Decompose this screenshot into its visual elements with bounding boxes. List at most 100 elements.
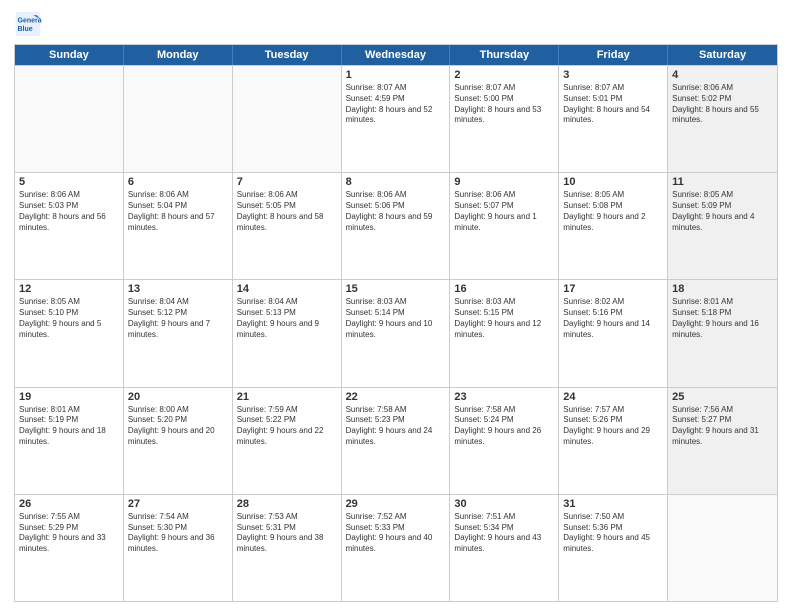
cell-info: Sunrise: 8:06 AM Sunset: 5:03 PM Dayligh…: [19, 190, 119, 233]
calendar-cell: 28 Sunrise: 7:53 AM Sunset: 5:31 PM Dayli…: [233, 495, 342, 601]
cell-info: Sunrise: 7:55 AM Sunset: 5:29 PM Dayligh…: [19, 512, 119, 555]
weekday-header: Monday: [124, 45, 233, 65]
weekday-header: Sunday: [15, 45, 124, 65]
weekday-header: Wednesday: [342, 45, 451, 65]
logo: General Blue: [14, 10, 46, 38]
calendar-row: 5 Sunrise: 8:06 AM Sunset: 5:03 PM Daylig…: [15, 172, 777, 279]
cell-info: Sunrise: 8:03 AM Sunset: 5:15 PM Dayligh…: [454, 297, 554, 340]
calendar-row: 1 Sunrise: 8:07 AM Sunset: 4:59 PM Daylig…: [15, 65, 777, 172]
calendar-cell: 31 Sunrise: 7:50 AM Sunset: 5:36 PM Dayli…: [559, 495, 668, 601]
day-number: 1: [346, 69, 446, 81]
calendar-cell: 25Sunrise: 7:56 AM Sunset: 5:27 PM Dayli…: [668, 388, 777, 494]
day-number: 10: [563, 176, 663, 188]
cell-info: Sunrise: 8:03 AM Sunset: 5:14 PM Dayligh…: [346, 297, 446, 340]
header: General Blue: [14, 10, 778, 38]
calendar-cell: 17 Sunrise: 8:02 AM Sunset: 5:16 PM Dayli…: [559, 280, 668, 386]
calendar-cell: 11 Sunrise: 8:05 AM Sunset: 5:09 PM Dayli…: [668, 173, 777, 279]
calendar-cell: 10 Sunrise: 8:05 AM Sunset: 5:08 PM Dayli…: [559, 173, 668, 279]
calendar-row: 26Sunrise: 7:55 AM Sunset: 5:29 PM Dayli…: [15, 494, 777, 601]
day-number: 14: [237, 283, 337, 295]
calendar-cell: 30 Sunrise: 7:51 AM Sunset: 5:34 PM Dayli…: [450, 495, 559, 601]
cell-info: Sunrise: 7:54 AM Sunset: 5:30 PM Dayligh…: [128, 512, 228, 555]
calendar-cell: 1 Sunrise: 8:07 AM Sunset: 4:59 PM Daylig…: [342, 66, 451, 172]
calendar-cell: 29 Sunrise: 7:52 AM Sunset: 5:33 PM Dayli…: [342, 495, 451, 601]
calendar-cell: 20 Sunrise: 8:00 AM Sunset: 5:20 PM Dayli…: [124, 388, 233, 494]
calendar-cell: 13Sunrise: 8:04 AM Sunset: 5:12 PM Dayli…: [124, 280, 233, 386]
cell-info: Sunrise: 7:53 AM Sunset: 5:31 PM Dayligh…: [237, 512, 337, 555]
svg-text:Blue: Blue: [18, 26, 33, 33]
day-number: 2: [454, 69, 554, 81]
calendar-body: 1 Sunrise: 8:07 AM Sunset: 4:59 PM Daylig…: [15, 65, 777, 601]
calendar-cell: 4 Sunrise: 8:06 AM Sunset: 5:02 PM Daylig…: [668, 66, 777, 172]
day-number: 25: [672, 391, 773, 403]
day-number: 27: [128, 498, 228, 510]
logo-icon: General Blue: [14, 10, 42, 38]
cell-info: Sunrise: 8:06 AM Sunset: 5:02 PM Dayligh…: [672, 83, 773, 126]
day-number: 28: [237, 498, 337, 510]
cell-info: Sunrise: 7:59 AM Sunset: 5:22 PM Dayligh…: [237, 405, 337, 448]
cell-info: Sunrise: 7:58 AM Sunset: 5:24 PM Dayligh…: [454, 405, 554, 448]
svg-text:General: General: [18, 17, 43, 24]
calendar-cell: 2Sunrise: 8:07 AM Sunset: 5:00 PM Daylig…: [450, 66, 559, 172]
calendar-cell: 16Sunrise: 8:03 AM Sunset: 5:15 PM Dayli…: [450, 280, 559, 386]
cell-info: Sunrise: 8:06 AM Sunset: 5:07 PM Dayligh…: [454, 190, 554, 233]
calendar-cell: 8 Sunrise: 8:06 AM Sunset: 5:06 PM Daylig…: [342, 173, 451, 279]
calendar-cell: 27 Sunrise: 7:54 AM Sunset: 5:30 PM Dayli…: [124, 495, 233, 601]
calendar-cell: 26Sunrise: 7:55 AM Sunset: 5:29 PM Dayli…: [15, 495, 124, 601]
calendar-cell: 5 Sunrise: 8:06 AM Sunset: 5:03 PM Daylig…: [15, 173, 124, 279]
cell-info: Sunrise: 8:00 AM Sunset: 5:20 PM Dayligh…: [128, 405, 228, 448]
cell-info: Sunrise: 7:51 AM Sunset: 5:34 PM Dayligh…: [454, 512, 554, 555]
calendar-row: 12 Sunrise: 8:05 AM Sunset: 5:10 PM Dayli…: [15, 279, 777, 386]
weekday-header: Saturday: [668, 45, 777, 65]
cell-info: Sunrise: 7:52 AM Sunset: 5:33 PM Dayligh…: [346, 512, 446, 555]
calendar-cell: [15, 66, 124, 172]
calendar-header: SundayMondayTuesdayWednesdayThursdayFrid…: [15, 45, 777, 65]
cell-info: Sunrise: 8:01 AM Sunset: 5:19 PM Dayligh…: [19, 405, 119, 448]
calendar-cell: 3Sunrise: 8:07 AM Sunset: 5:01 PM Daylig…: [559, 66, 668, 172]
calendar-cell: [668, 495, 777, 601]
cell-info: Sunrise: 8:02 AM Sunset: 5:16 PM Dayligh…: [563, 297, 663, 340]
calendar-cell: 6 Sunrise: 8:06 AM Sunset: 5:04 PM Daylig…: [124, 173, 233, 279]
cell-info: Sunrise: 8:05 AM Sunset: 5:09 PM Dayligh…: [672, 190, 773, 233]
weekday-header: Friday: [559, 45, 668, 65]
calendar-cell: 23Sunrise: 7:58 AM Sunset: 5:24 PM Dayli…: [450, 388, 559, 494]
day-number: 20: [128, 391, 228, 403]
page: General Blue SundayMondayTuesdayWednesda…: [0, 0, 792, 612]
day-number: 29: [346, 498, 446, 510]
weekday-header: Thursday: [450, 45, 559, 65]
calendar: SundayMondayTuesdayWednesdayThursdayFrid…: [14, 44, 778, 602]
cell-info: Sunrise: 7:58 AM Sunset: 5:23 PM Dayligh…: [346, 405, 446, 448]
cell-info: Sunrise: 8:05 AM Sunset: 5:10 PM Dayligh…: [19, 297, 119, 340]
day-number: 12: [19, 283, 119, 295]
day-number: 5: [19, 176, 119, 188]
calendar-cell: 24 Sunrise: 7:57 AM Sunset: 5:26 PM Dayli…: [559, 388, 668, 494]
cell-info: Sunrise: 8:07 AM Sunset: 4:59 PM Dayligh…: [346, 83, 446, 126]
calendar-cell: 7Sunrise: 8:06 AM Sunset: 5:05 PM Daylig…: [233, 173, 342, 279]
calendar-cell: 9 Sunrise: 8:06 AM Sunset: 5:07 PM Daylig…: [450, 173, 559, 279]
cell-info: Sunrise: 8:06 AM Sunset: 5:06 PM Dayligh…: [346, 190, 446, 233]
calendar-cell: 19Sunrise: 8:01 AM Sunset: 5:19 PM Dayli…: [15, 388, 124, 494]
calendar-cell: 14Sunrise: 8:04 AM Sunset: 5:13 PM Dayli…: [233, 280, 342, 386]
day-number: 18: [672, 283, 773, 295]
cell-info: Sunrise: 8:05 AM Sunset: 5:08 PM Dayligh…: [563, 190, 663, 233]
day-number: 11: [672, 176, 773, 188]
day-number: 31: [563, 498, 663, 510]
calendar-cell: 22 Sunrise: 7:58 AM Sunset: 5:23 PM Dayli…: [342, 388, 451, 494]
day-number: 13: [128, 283, 228, 295]
day-number: 8: [346, 176, 446, 188]
cell-info: Sunrise: 8:06 AM Sunset: 5:04 PM Dayligh…: [128, 190, 228, 233]
cell-info: Sunrise: 7:57 AM Sunset: 5:26 PM Dayligh…: [563, 405, 663, 448]
day-number: 9: [454, 176, 554, 188]
day-number: 24: [563, 391, 663, 403]
cell-info: Sunrise: 7:50 AM Sunset: 5:36 PM Dayligh…: [563, 512, 663, 555]
day-number: 6: [128, 176, 228, 188]
cell-info: Sunrise: 8:06 AM Sunset: 5:05 PM Dayligh…: [237, 190, 337, 233]
day-number: 4: [672, 69, 773, 81]
calendar-cell: 15Sunrise: 8:03 AM Sunset: 5:14 PM Dayli…: [342, 280, 451, 386]
day-number: 3: [563, 69, 663, 81]
cell-info: Sunrise: 8:01 AM Sunset: 5:18 PM Dayligh…: [672, 297, 773, 340]
day-number: 22: [346, 391, 446, 403]
day-number: 30: [454, 498, 554, 510]
calendar-cell: 21Sunrise: 7:59 AM Sunset: 5:22 PM Dayli…: [233, 388, 342, 494]
day-number: 17: [563, 283, 663, 295]
